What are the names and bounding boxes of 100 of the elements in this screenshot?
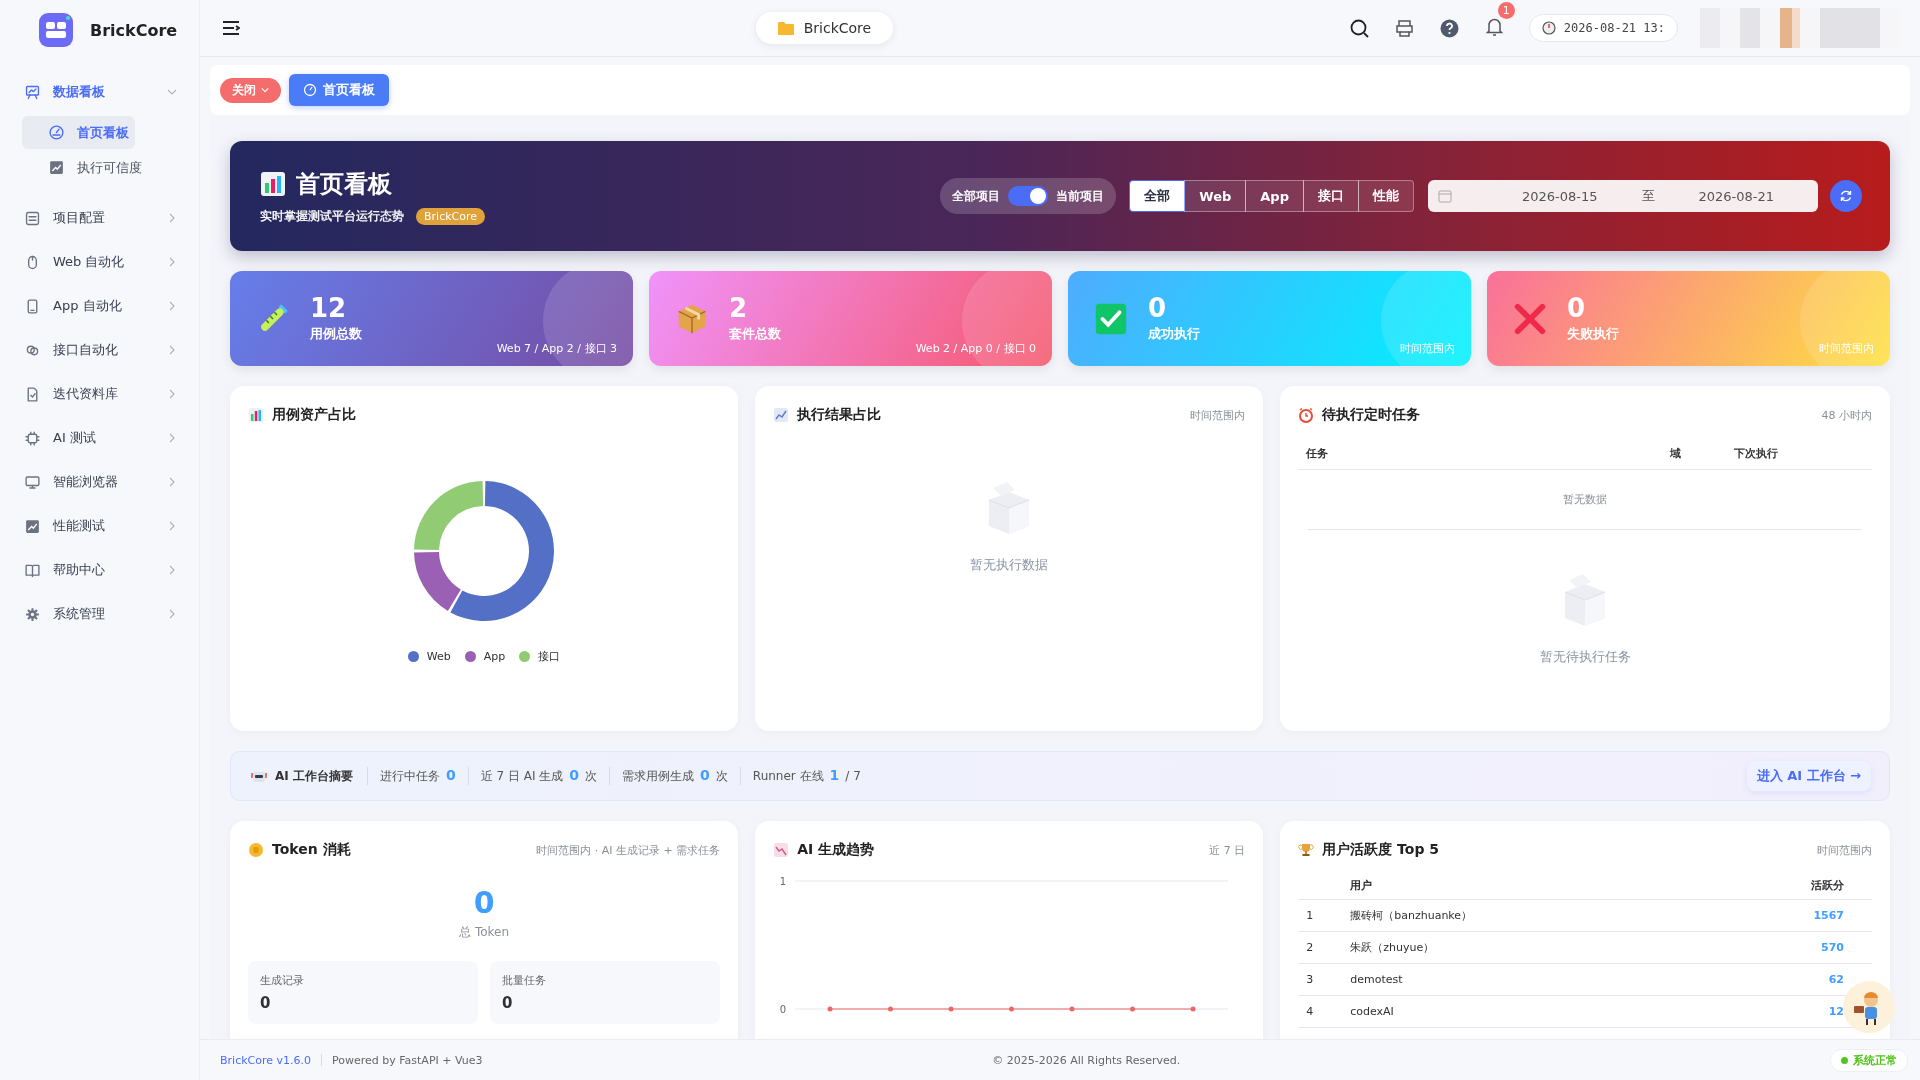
stat-label: 套件总数 [729, 324, 781, 343]
score-cell: 62 [1828, 973, 1844, 986]
clock-icon [1541, 21, 1556, 35]
panel-note: 时间范围内 [1190, 407, 1246, 423]
panel-title: 用户活跃度 Top 5 [1322, 841, 1441, 859]
panel-note: 48 小时内 [1821, 407, 1872, 423]
column-header: 下次执行 [1734, 446, 1779, 461]
summary-value: 0 [569, 767, 580, 783]
sidebar-item[interactable]: 智能浏览器 [0, 460, 199, 504]
coin-icon [248, 842, 264, 858]
summary-label: 需求用例生成 [622, 768, 695, 785]
sidebar-item[interactable]: App 自动化 [0, 284, 199, 328]
stat-value: 0 [1148, 294, 1168, 321]
score-cell: 1567 [1813, 909, 1844, 922]
stat-value: 2 [729, 294, 749, 321]
mascot-icon[interactable] [1842, 980, 1896, 1034]
tile-label: 生成记录 [260, 973, 305, 988]
panel-title: 执行结果占比 [797, 406, 883, 424]
bar-chart-icon [260, 170, 286, 197]
summary-label: 进行中任务 [379, 768, 440, 785]
stat-label: 成功执行 [1148, 324, 1200, 343]
stat-label: 用例总数 [310, 324, 362, 343]
chevron-icon [167, 87, 177, 97]
chevron-icon [167, 389, 177, 399]
monitor-icon [24, 473, 41, 491]
date-range-field[interactable]: 2026-08-15 至 2026-08-21 [1428, 180, 1818, 212]
summary-value: 0 [445, 767, 456, 783]
sidebar-subitem[interactable]: 首页看板 [22, 116, 135, 149]
axis-tick-label: 0 [779, 1004, 787, 1015]
version-link[interactable]: BrickCore v1.6.0 [220, 1053, 311, 1067]
brand-name: BrickCore [90, 20, 178, 40]
sidebar-item[interactable]: 帮助中心 [0, 548, 199, 592]
sidebar-item[interactable]: AI 测试 [0, 416, 199, 460]
powered-by-text: Powered by FastAPI + Vue3 [332, 1053, 483, 1067]
score-cell: 12 [1828, 1005, 1844, 1018]
printer-icon[interactable] [1393, 17, 1415, 39]
empty-message: 暂无待执行任务 [1539, 648, 1631, 666]
scope-switch[interactable] [1008, 186, 1049, 206]
score-cell: 570 [1821, 941, 1844, 954]
chip-icon [24, 429, 41, 447]
search-icon[interactable] [1348, 17, 1370, 39]
sidebar-item[interactable]: 系统管理 [0, 592, 199, 636]
summary-label: 近 7 日 AI 生成 [480, 768, 564, 785]
filter-tab[interactable]: App [1245, 180, 1304, 212]
summary-label: Runner 在线 [752, 768, 824, 785]
tile-value: 0 [260, 994, 272, 1012]
notification-bell-icon[interactable] [1483, 16, 1505, 37]
panel-note: 时间范围内 · AI 生成记录 + 需求任务 [536, 842, 721, 858]
chevron-icon [167, 609, 177, 619]
tile-value: 0 [502, 994, 514, 1012]
filter-tab[interactable]: 全部 [1129, 180, 1186, 212]
summary-title: AI 工作台摘要 [275, 767, 353, 785]
sidebar-item[interactable]: 接口自动化 [0, 328, 199, 372]
data-point [888, 1006, 894, 1012]
presentation-board-icon [24, 83, 41, 101]
logo-icon [38, 12, 74, 48]
panel-title: 待执行定时任务 [1322, 406, 1422, 424]
sidebar-item[interactable]: 项目配置 [0, 196, 199, 240]
line-chart-icon [48, 159, 65, 176]
stat-value: 12 [310, 294, 348, 321]
rank-cell-text: 3 [1306, 973, 1315, 986]
sidebar-item[interactable]: 迭代资料库 [0, 372, 199, 416]
folder-icon [777, 21, 794, 35]
sidebar-item[interactable]: Web 自动化 [0, 240, 199, 284]
user-cell-text: 朱跃（zhuyue） [1350, 940, 1436, 955]
rank-cell-text: 1 [1306, 909, 1315, 922]
sidebar-item[interactable]: 性能测试 [0, 504, 199, 548]
filter-tab[interactable]: 性能 [1358, 180, 1414, 212]
chevron-icon [167, 433, 177, 443]
filter-tab[interactable]: Web [1184, 180, 1247, 212]
column-header: 域 [1670, 446, 1682, 461]
data-point [1069, 1006, 1075, 1012]
menu-icon[interactable] [222, 20, 240, 36]
stat-note: Web 2 / App 0 / 接口 0 [915, 341, 1036, 356]
filter-tab[interactable]: 接口 [1303, 180, 1359, 212]
project-selector[interactable]: BrickCore [755, 12, 894, 44]
line-chart-icon [24, 517, 41, 535]
empty-table-message: 暂无数据 [1308, 470, 1862, 530]
system-status-badge: 系统正常 [1830, 1048, 1908, 1072]
sidebar-subitem[interactable]: 执行可信度 [22, 151, 148, 184]
settings-panel-icon [24, 209, 41, 227]
data-point [1190, 1006, 1196, 1012]
banner-subtitle: 实时掌握测试平台运行态势 [260, 207, 404, 225]
empty-message: 暂无执行数据 [970, 556, 1049, 574]
gauge-icon [48, 124, 65, 141]
summary-unit: / 7 [845, 769, 861, 783]
legend-label: App [483, 650, 506, 663]
token-total: 0 [472, 885, 496, 920]
page-tab[interactable]: 首页看板 [289, 74, 389, 106]
line-chart-icon [773, 842, 790, 858]
toggle-label: 当前项目 [1056, 187, 1105, 205]
help-icon[interactable] [1438, 17, 1460, 39]
panel-title: 用例资产占比 [272, 406, 357, 424]
refresh-icon [1839, 189, 1853, 203]
refresh-button[interactable] [1830, 180, 1862, 212]
ai-workbench-link[interactable]: 进入 AI 工作台 → [1746, 761, 1871, 791]
summary-value: 0 [700, 767, 710, 783]
token-total-label: 总 Token [458, 924, 511, 941]
sidebar-item[interactable]: 数据看板 [0, 70, 199, 114]
data-point [1130, 1006, 1136, 1012]
